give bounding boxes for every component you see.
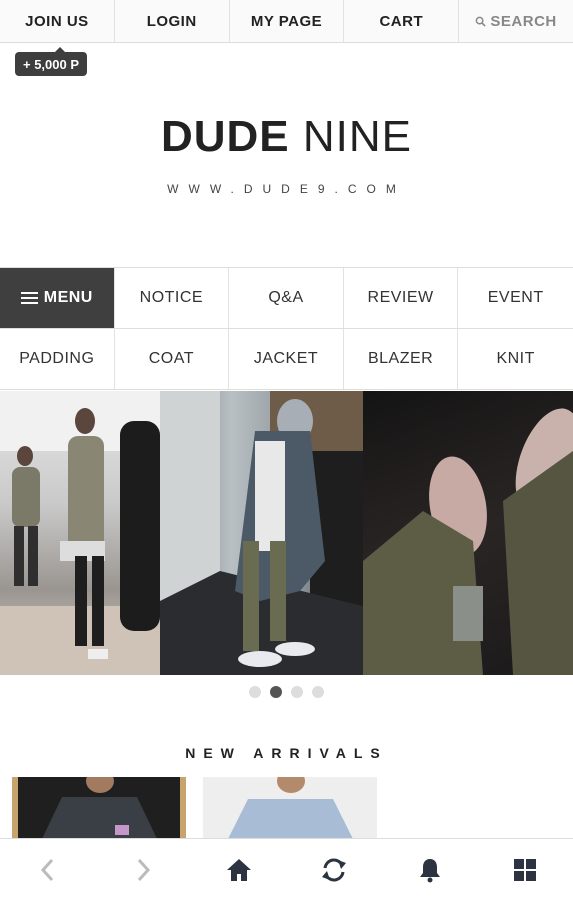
menu-item-review[interactable]: REVIEW — [344, 268, 459, 328]
top-nav: JOIN US LOGIN MY PAGE CART SEARCH — [0, 0, 573, 43]
hero-carousel[interactable] — [0, 391, 573, 675]
menu-button[interactable]: MENU — [0, 268, 115, 328]
refresh-icon — [321, 857, 347, 883]
menu-item-padding[interactable]: PADDING — [0, 329, 115, 389]
category-menu-row-2: PADDING COAT JACKET BLAZER KNIT — [0, 328, 573, 390]
back-button[interactable] — [0, 839, 96, 901]
menu-item-qna[interactable]: Q&A — [229, 268, 344, 328]
refresh-button[interactable] — [287, 839, 383, 901]
back-arrow-icon — [38, 857, 58, 883]
forward-arrow-icon — [133, 857, 153, 883]
banner-photo-street — [160, 391, 363, 675]
login-link[interactable]: LOGIN — [115, 0, 230, 42]
home-button[interactable] — [191, 839, 287, 901]
brand-url: WWW.DUDE9.COM — [0, 182, 573, 196]
points-badge: + 5,000 P — [15, 52, 87, 76]
search-label: SEARCH — [490, 13, 556, 30]
category-menu-row-1: MENU NOTICE Q&A REVIEW EVENT — [0, 267, 573, 328]
menu-item-coat[interactable]: COAT — [115, 329, 230, 389]
search-icon — [475, 16, 486, 27]
carousel-dot-3[interactable] — [291, 686, 303, 698]
bottom-navigation-bar — [0, 838, 573, 901]
product-thumbnail[interactable] — [12, 777, 186, 839]
forward-button[interactable] — [96, 839, 192, 901]
search-link[interactable]: SEARCH — [459, 0, 573, 42]
grid-icon — [513, 858, 537, 882]
section-title-new-arrivals: NEW ARRIVALS — [0, 745, 573, 761]
menu-label: MENU — [44, 289, 93, 307]
street-scene-illustration — [160, 391, 363, 675]
notifications-button[interactable] — [382, 839, 478, 901]
product-thumbnail[interactable] — [203, 777, 377, 839]
join-us-link[interactable]: JOIN US — [0, 0, 115, 42]
bell-icon — [418, 857, 442, 883]
grid-menu-button[interactable] — [478, 839, 573, 901]
banner-photo-store — [0, 391, 160, 675]
carousel-indicators — [0, 686, 573, 698]
menu-item-notice[interactable]: NOTICE — [115, 268, 230, 328]
brand-logo[interactable]: DUDE NINE — [0, 112, 573, 162]
carousel-dot-2[interactable] — [270, 686, 282, 698]
cart-link[interactable]: CART — [344, 0, 459, 42]
product-photo-light-shirt — [203, 777, 377, 839]
banner-photo-shoes — [363, 391, 573, 675]
my-page-link[interactable]: MY PAGE — [230, 0, 345, 42]
home-icon — [226, 858, 252, 882]
brand-name-bold: DUDE — [161, 112, 290, 161]
product-photo-dark-shirt — [12, 777, 186, 839]
shoes-illustration — [363, 391, 573, 675]
hamburger-icon — [21, 289, 38, 307]
menu-item-event[interactable]: EVENT — [458, 268, 573, 328]
carousel-dot-4[interactable] — [312, 686, 324, 698]
carousel-dot-1[interactable] — [249, 686, 261, 698]
menu-item-blazer[interactable]: BLAZER — [344, 329, 459, 389]
menu-item-knit[interactable]: KNIT — [458, 329, 573, 389]
brand-name-light: NINE — [303, 112, 412, 161]
menu-item-jacket[interactable]: JACKET — [229, 329, 344, 389]
store-scene-illustration — [0, 391, 160, 675]
